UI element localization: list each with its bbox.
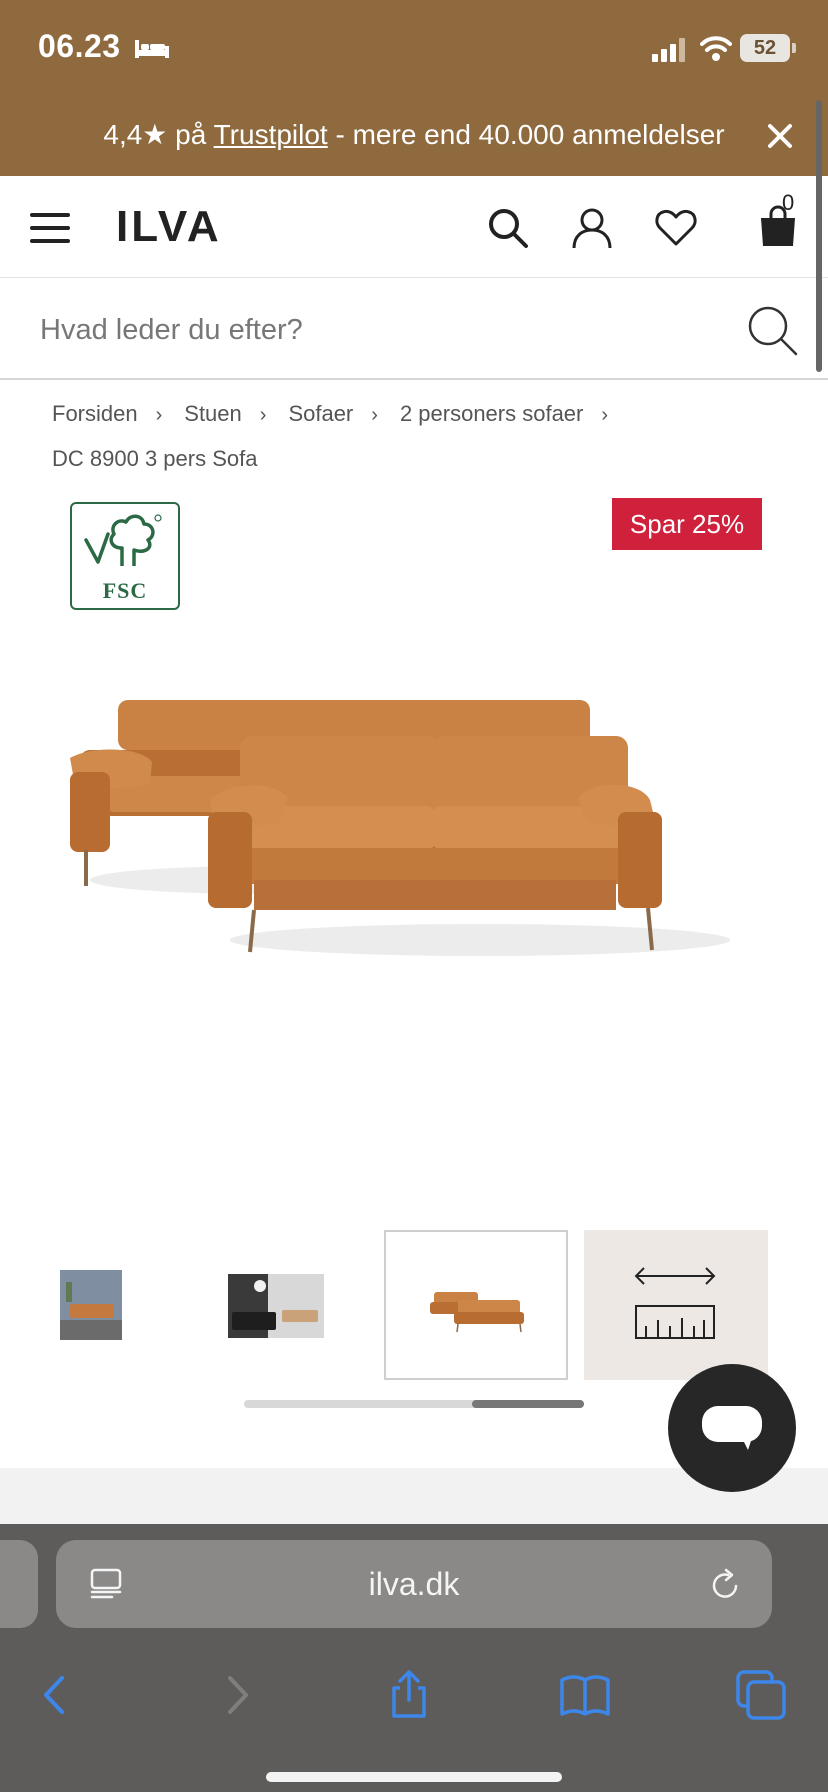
wishlist-heart-icon[interactable] (654, 206, 698, 250)
thumbnail-scrollbar[interactable] (244, 1400, 584, 1408)
breadcrumb-current: DC 8900 3 pers Sofa (52, 446, 258, 471)
trustpilot-link[interactable]: Trustpilot (214, 119, 328, 150)
site-header: ILVA 0 (0, 176, 828, 278)
url-text[interactable]: ilva.dk (56, 1566, 772, 1603)
search-icon[interactable] (486, 206, 530, 250)
thumbnail-1-image (60, 1270, 122, 1340)
fsc-label: FSC (102, 578, 148, 603)
sofa-product-image[interactable] (70, 680, 760, 980)
fsc-badge: FSC (70, 502, 180, 610)
close-banner-icon[interactable] (760, 116, 800, 156)
share-icon[interactable] (382, 1668, 436, 1722)
breadcrumb-separator: › (259, 404, 267, 426)
signal-icon (652, 38, 685, 62)
battery-indicator: 52 (740, 34, 790, 62)
wifi-icon (700, 36, 732, 61)
menu-icon[interactable] (30, 212, 70, 244)
search-input[interactable] (40, 306, 720, 354)
cart-count: 0 (782, 190, 795, 215)
reload-icon[interactable] (706, 1566, 744, 1604)
breadcrumb-separator: › (371, 404, 378, 426)
thumbnail-strip (0, 1230, 828, 1382)
account-icon[interactable] (570, 206, 614, 250)
thumbnail-1[interactable] (0, 1230, 184, 1380)
tabs-icon[interactable] (734, 1668, 788, 1722)
thumbnail-2-image (228, 1274, 324, 1338)
status-bar: 06.23 52 (0, 0, 828, 100)
previous-tab[interactable] (0, 1540, 38, 1628)
breadcrumb-separator: › (601, 404, 609, 426)
chat-button[interactable] (668, 1364, 796, 1492)
dimensions-ruler-icon (634, 1267, 716, 1339)
back-icon[interactable] (30, 1668, 84, 1722)
thumbnail-3-image (430, 1292, 524, 1333)
fsc-tree-logo-icon (84, 514, 162, 566)
bookmarks-icon[interactable] (558, 1668, 612, 1722)
ilva-logo[interactable]: ILVA (116, 202, 222, 252)
trustpilot-banner: 4,4★ på Trustpilot - mere end 40.000 anm… (0, 104, 828, 168)
search-bar (0, 280, 828, 380)
thumbnail-dimensions[interactable] (584, 1230, 768, 1380)
thumbnail-scrollbar-thumb[interactable] (472, 1400, 584, 1408)
battery-nub (792, 43, 796, 53)
browser-nav-row (0, 1654, 828, 1744)
trustpilot-rating: 4,4★ på (103, 119, 214, 150)
forward-icon[interactable] (208, 1668, 262, 1722)
trustpilot-reviews: - mere end 40.000 anmeldelser (327, 119, 725, 150)
home-indicator[interactable] (266, 1772, 562, 1782)
breadcrumb-forsiden[interactable]: Forsiden (52, 392, 138, 436)
sale-badge: Spar 25% (612, 498, 762, 550)
breadcrumb: Forsiden › Stuen › Sofaer › 2 personers sofaer… (52, 392, 792, 481)
breadcrumb-stuen[interactable]: Stuen (184, 392, 242, 436)
url-bar[interactable]: ilva.dk (56, 1540, 772, 1628)
breadcrumb-2-personers-sofaer[interactable]: 2 personers sofaer (400, 392, 583, 436)
chat-bubble-icon (702, 1406, 762, 1450)
browser-toolbar: ilva.dk (0, 1524, 828, 1792)
sleep-focus-icon (135, 40, 169, 58)
breadcrumb-separator: › (155, 404, 163, 426)
front-sofa (208, 736, 662, 953)
status-time: 06.23 (38, 28, 121, 64)
page-scrollbar[interactable] (816, 100, 822, 372)
search-submit-icon[interactable] (744, 302, 800, 358)
breadcrumb-sofaer[interactable]: Sofaer (288, 392, 353, 436)
thumbnail-2[interactable] (184, 1230, 368, 1380)
thumbnail-3[interactable] (384, 1230, 568, 1380)
trustpilot-text: 4,4★ på Trustpilot - mere end 40.000 anm… (0, 118, 828, 151)
